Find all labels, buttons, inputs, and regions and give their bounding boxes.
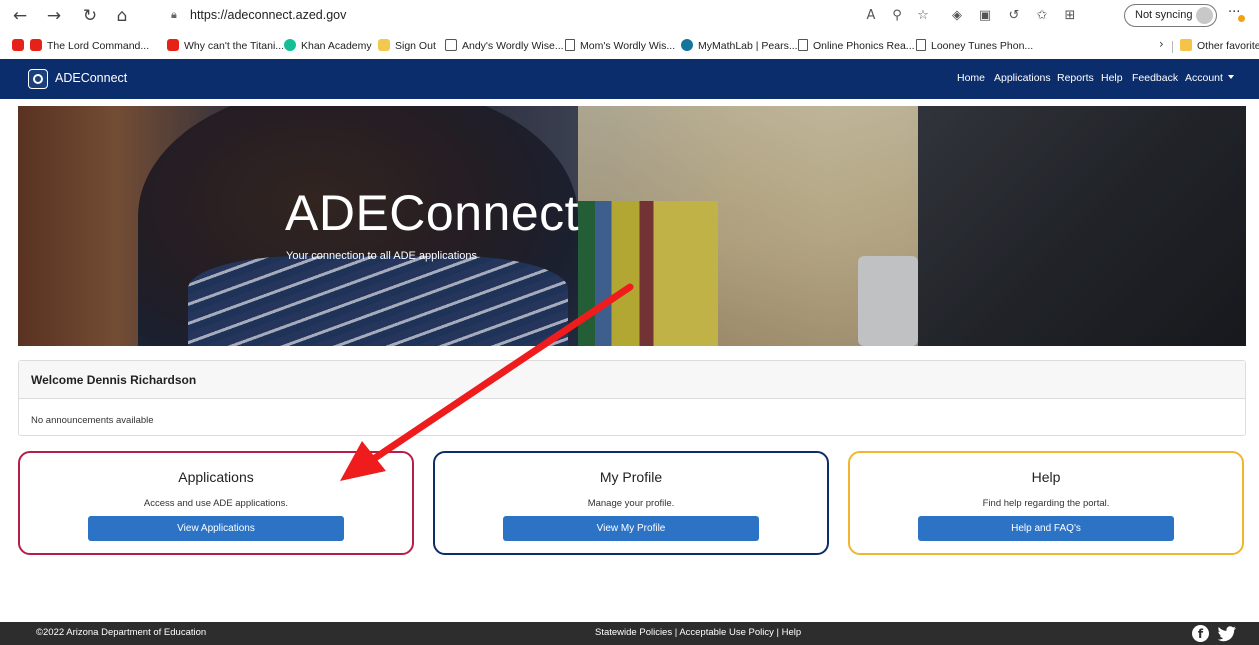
bookmark-item[interactable]: Looney Tunes Phon...	[916, 38, 1033, 54]
welcome-header: Welcome Dennis Richardson	[19, 361, 1245, 399]
nav-feedback[interactable]: Feedback	[1132, 72, 1178, 84]
youtube-icon	[167, 39, 179, 51]
chevron-down-icon	[1227, 75, 1234, 79]
youtube-icon	[30, 39, 42, 51]
nav-applications[interactable]: Applications	[994, 72, 1051, 84]
forward-icon[interactable]: →	[44, 6, 64, 26]
welcome-panel: Welcome Dennis Richardson No announcemen…	[18, 360, 1246, 436]
facebook-icon[interactable]: f	[1192, 625, 1209, 642]
brand-name[interactable]: ADEConnect	[55, 71, 127, 85]
bookmark-item[interactable]: MyMathLab | Pears...	[681, 38, 798, 54]
bookmark-label: The Lord Command...	[47, 40, 150, 52]
announcements-text: No announcements available	[31, 415, 154, 426]
divider	[1172, 41, 1173, 53]
bookmark-label: Online Phonics Rea...	[813, 40, 915, 52]
bookmark-item[interactable]: Online Phonics Rea...	[798, 38, 915, 54]
other-favorites-label: Other favorites	[1197, 40, 1259, 52]
youtube-icon[interactable]	[12, 38, 29, 54]
card-description: Find help regarding the portal.	[982, 498, 1110, 509]
bookmark-label: Andy's Wordly Wise...	[462, 40, 564, 52]
card-description: Access and use ADE applications.	[143, 498, 289, 509]
card-title: Applications	[178, 469, 254, 485]
bookmark-label: Khan Academy	[301, 40, 372, 52]
nav-reports[interactable]: Reports	[1057, 72, 1094, 84]
view-applications-button[interactable]: View Applications	[88, 516, 344, 541]
card-title: Help	[1031, 469, 1061, 485]
page-icon	[916, 39, 926, 51]
account-label: Account	[1185, 72, 1223, 84]
bookmark-label: MyMathLab | Pears...	[698, 40, 798, 52]
chevron-right-icon[interactable]: ›	[1159, 37, 1164, 51]
pearson-icon	[681, 39, 693, 51]
page-icon	[565, 39, 575, 51]
twitter-icon[interactable]	[1216, 626, 1238, 642]
ade-logo-icon[interactable]	[28, 69, 48, 89]
book-icon	[445, 39, 457, 51]
bookmark-label: Sign Out	[395, 40, 436, 52]
nav-account[interactable]: Account	[1185, 72, 1234, 84]
bookmark-label: Looney Tunes Phon...	[931, 40, 1034, 52]
avatar	[1196, 7, 1213, 24]
nav-home[interactable]: Home	[957, 72, 985, 84]
bookmark-label: Why can't the Titani...	[184, 40, 285, 52]
sign-out-icon	[378, 39, 390, 51]
bookmark-item[interactable]: Sign Out	[378, 38, 436, 54]
footer: ©2022 Arizona Department of Education St…	[0, 622, 1259, 645]
browser-toolbar: ← → ↻ ⌂ 🔒︎ https://adeconnect.azed.gov A…	[0, 0, 1259, 32]
back-icon[interactable]: ←	[10, 6, 30, 26]
khan-academy-icon	[284, 39, 296, 51]
card-description: Manage your profile.	[587, 498, 675, 509]
bookmark-item[interactable]: Khan Academy	[284, 38, 372, 54]
bookmark-item[interactable]: Andy's Wordly Wise...	[445, 38, 564, 54]
hero-overlay	[18, 106, 1246, 346]
page-icon	[798, 39, 808, 51]
favorites-icon[interactable]: ✩	[1033, 7, 1051, 25]
profile-sync-button[interactable]: Not syncing	[1124, 4, 1217, 27]
footer-links[interactable]: Statewide Policies | Acceptable Use Poli…	[595, 627, 801, 638]
zoom-icon[interactable]: ⚲	[888, 7, 906, 25]
extension-icon[interactable]: ◈	[948, 7, 966, 25]
profile-card: My Profile Manage your profile. View My …	[433, 451, 829, 555]
notification-dot	[1238, 15, 1245, 22]
help-faq-button[interactable]: Help and FAQ's	[918, 516, 1174, 541]
refresh-icon[interactable]: ↻	[80, 6, 100, 26]
site-navbar: ADEConnect Home Applications Reports Hel…	[0, 59, 1259, 99]
bookmark-item[interactable]: Why can't the Titani...	[167, 38, 284, 54]
address-bar[interactable]: https://adeconnect.azed.gov	[190, 8, 346, 22]
favorites-bar: The Lord Command... Why can't the Titani…	[0, 32, 1259, 58]
sync-label: Not syncing	[1135, 9, 1193, 21]
hero-title: ADEConnect	[285, 185, 580, 241]
copyright-text: ©2022 Arizona Department of Education	[36, 627, 207, 638]
applications-card: Applications Access and use ADE applicat…	[18, 451, 414, 555]
refresh-extension-icon[interactable]: ↺	[1005, 7, 1023, 25]
page: ← → ↻ ⌂ 🔒︎ https://adeconnect.azed.gov A…	[0, 0, 1259, 645]
other-favorites[interactable]: Other favorites	[1180, 38, 1259, 54]
welcome-title: Welcome Dennis Richardson	[31, 373, 197, 387]
help-card: Help Find help regarding the portal. Hel…	[848, 451, 1244, 555]
hero-subtitle: Your connection to all ADE applications	[286, 250, 477, 262]
card-title: My Profile	[599, 469, 663, 485]
nav-help[interactable]: Help	[1101, 72, 1123, 84]
view-profile-button[interactable]: View My Profile	[503, 516, 759, 541]
screenshot-icon[interactable]: ▣	[976, 7, 994, 25]
bookmark-item[interactable]: The Lord Command...	[30, 38, 149, 54]
favorite-star-icon[interactable]: ☆	[914, 7, 932, 25]
folder-icon	[1180, 39, 1192, 51]
bookmark-item[interactable]: Mom's Wordly Wis...	[565, 38, 675, 54]
bookmark-label: Mom's Wordly Wis...	[580, 40, 676, 52]
lock-icon[interactable]: 🔒︎	[171, 8, 183, 22]
home-icon[interactable]: ⌂	[112, 6, 132, 26]
read-aloud-icon[interactable]: A	[862, 7, 880, 25]
collections-icon[interactable]: ⊞	[1061, 7, 1079, 25]
hero-banner: ADEConnect Your connection to all ADE ap…	[18, 106, 1246, 346]
